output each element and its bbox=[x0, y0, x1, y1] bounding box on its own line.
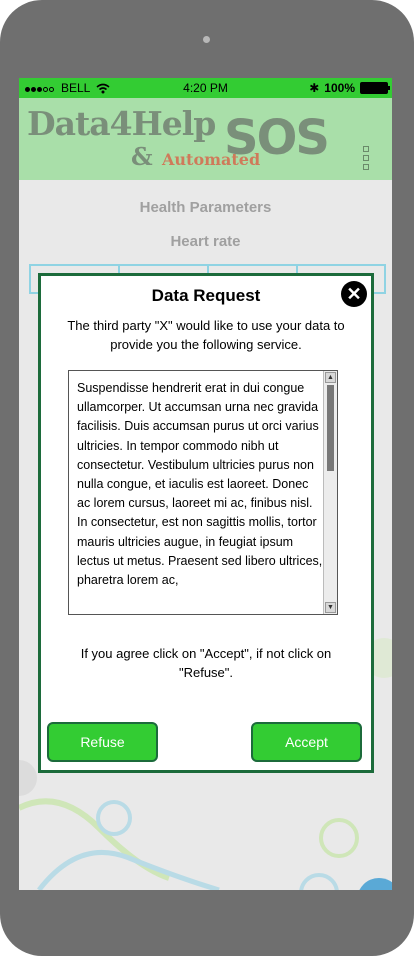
camera-dot bbox=[203, 36, 210, 43]
scroll-thumb[interactable] bbox=[327, 385, 334, 471]
page-title: Health Parameters bbox=[139, 199, 272, 216]
status-bar: BELL 4:20 PM ✱ 100% bbox=[19, 78, 392, 98]
battery-icon bbox=[360, 82, 390, 94]
scroll-up-icon[interactable]: ▲ bbox=[325, 372, 336, 383]
refuse-button[interactable]: Refuse bbox=[47, 722, 158, 762]
scroll-down-icon[interactable]: ▼ bbox=[325, 602, 336, 613]
page-subtitle: Heart rate bbox=[170, 233, 241, 250]
close-icon: ✕ bbox=[346, 284, 362, 304]
close-button[interactable]: ✕ bbox=[341, 281, 367, 307]
bluetooth-icon: ✱ bbox=[309, 81, 320, 95]
logo-data4help: Data4Help bbox=[27, 104, 216, 143]
accept-button[interactable]: Accept bbox=[251, 722, 362, 762]
data-request-dialog: Data Request ✕ The third party "X" would… bbox=[38, 273, 374, 773]
agree-instructions: If you agree click on "Accept", if not c… bbox=[80, 646, 332, 680]
logo-ampersand: & bbox=[131, 142, 153, 171]
dialog-title: Data Request bbox=[151, 286, 261, 305]
scrollbar[interactable]: ▲ ▼ bbox=[323, 371, 337, 614]
app-header: Data4Help & Automated SOS bbox=[19, 98, 392, 180]
service-description-box[interactable]: Suspendisse hendrerit erat in dui congue… bbox=[68, 370, 338, 615]
service-description-text: Suspendisse hendrerit erat in dui congue… bbox=[77, 381, 323, 588]
logo-sos: SOS bbox=[224, 110, 330, 166]
dialog-intro: The third party "X" would like to use yo… bbox=[67, 318, 345, 352]
menu-icon[interactable] bbox=[363, 146, 369, 170]
battery-percent: 100% bbox=[324, 81, 355, 95]
